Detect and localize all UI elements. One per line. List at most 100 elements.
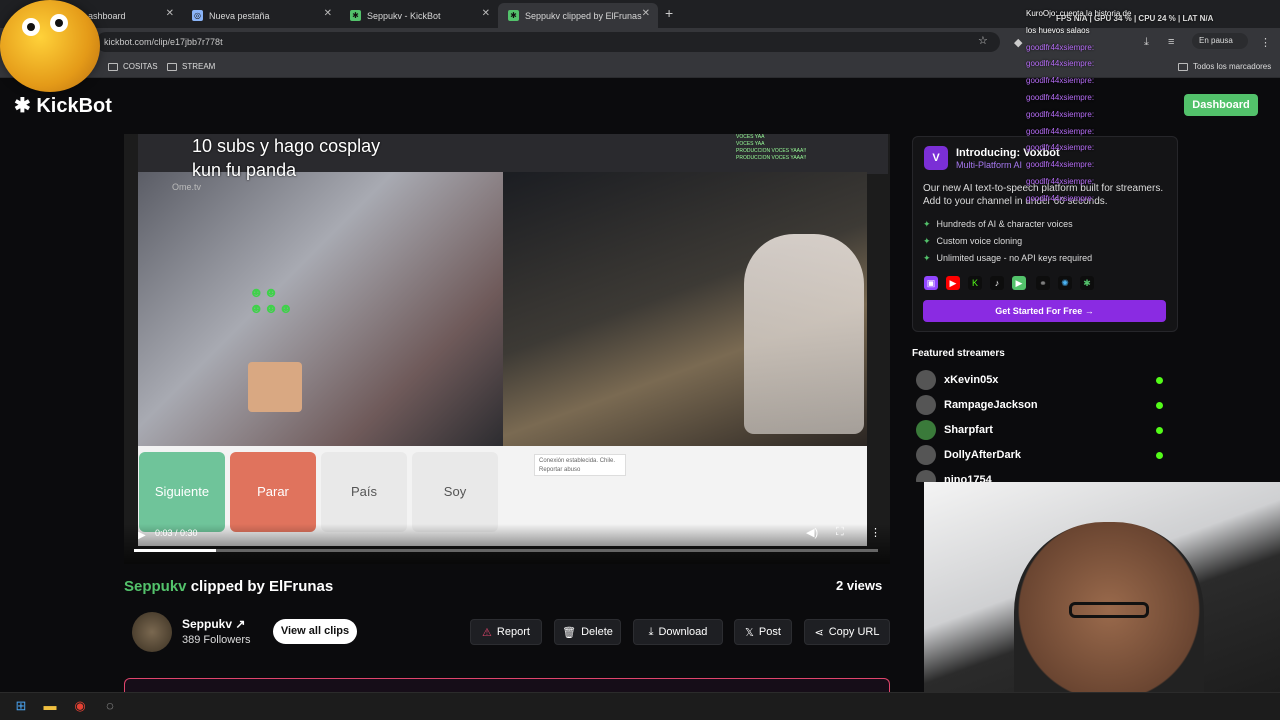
bookmark-folder-cositas[interactable]: COSITAS <box>108 62 158 71</box>
avatar <box>916 445 936 465</box>
video-time: 0:03 / 0:30 <box>155 528 198 538</box>
chat-line: goodlfr44xsiempre: <box>1026 126 1095 136</box>
live-dot-icon <box>1156 377 1163 384</box>
x-logo-icon: 𝕏 <box>745 626 754 639</box>
video-progress-bar[interactable] <box>134 549 878 552</box>
windows-start-icon[interactable]: ⊞ <box>12 697 30 715</box>
chat-line: goodlfr44xsiempre: <box>1026 160 1095 170</box>
channel-name: Seppukv <box>182 617 233 631</box>
new-tab-icon[interactable]: + <box>665 5 673 21</box>
avatar <box>916 420 936 440</box>
bookmark-folder-stream[interactable]: STREAM <box>167 62 215 71</box>
follower-count: 389 Followers <box>182 634 251 646</box>
streamer-name: DollyAfterDark <box>944 449 1022 461</box>
featured-streamer[interactable]: Sharpfart <box>916 420 1166 440</box>
streamer-figure <box>744 234 864 434</box>
url-field[interactable]: kickbot.com/clip/e17jbb7r778t <box>96 32 1000 52</box>
clip-title-rest: clipped by ElFrunas <box>186 578 334 595</box>
ome-country-button: País <box>321 452 407 532</box>
download-button[interactable]: ⤓ Download <box>633 619 723 645</box>
delete-button[interactable]: 🗑 Delete <box>554 619 621 645</box>
file-explorer-icon[interactable]: ▬ <box>41 697 59 715</box>
post-button[interactable]: 𝕏 Post <box>734 619 792 645</box>
all-bookmarks[interactable]: Todos los marcadores <box>1178 62 1271 71</box>
windows-taskbar <box>0 692 1280 720</box>
close-icon[interactable]: ✕ <box>642 8 650 19</box>
caption-line-1: 10 subs y hago cosplay <box>192 136 381 156</box>
kickbot-logo[interactable]: ✱ KickBot <box>14 93 112 118</box>
star-icon[interactable]: ☆ <box>978 34 988 47</box>
featured-streamer[interactable]: xKevin05x <box>916 370 1166 390</box>
chat-line: goodlfr44xsiempre: <box>1026 92 1095 102</box>
streamer-name: Sharpfart <box>944 424 993 436</box>
webcam-glasses <box>1069 602 1149 618</box>
live-dot-icon <box>1156 427 1163 434</box>
channel-name-link[interactable]: Seppukv ↗ <box>182 617 245 631</box>
close-icon[interactable]: ✕ <box>166 8 174 19</box>
tiktok-icon: ♪ <box>990 276 1004 290</box>
logo-mark-icon: ✱ <box>14 95 37 117</box>
streamer-webcam <box>924 482 1280 720</box>
channel-avatar[interactable] <box>132 612 172 652</box>
download-icon[interactable]: ⤓ <box>1144 36 1149 49</box>
caption-line-2: kun fu panda <box>192 160 297 180</box>
next-section-card <box>124 678 890 692</box>
clip-video-player[interactable]: VOCES YAA VOCES YAA PRODUCCION VOCES YAAA!… <box>124 134 890 564</box>
copy-url-button[interactable]: ⋖ Copy URL <box>804 619 890 645</box>
sparkle-icon: ✦ <box>923 236 931 246</box>
extension-icon[interactable]: ◆ <box>1014 36 1022 49</box>
view-count: 2 views <box>836 578 883 593</box>
clip-title: Seppukv clipped by ElFrunas <box>124 578 333 595</box>
ome-connection-message: Conexión establecida. Chile. Reportar ab… <box>534 454 626 476</box>
tab-clip[interactable]: ✱ Seppukv clipped by ElFrunas ✕ <box>498 3 658 28</box>
more-options-icon[interactable]: ⋮ <box>870 526 881 539</box>
tab-kickbot[interactable]: ✱ Seppukv - KickBot ✕ <box>340 3 498 28</box>
external-link-icon: ↗ <box>235 617 246 631</box>
view-all-clips-button[interactable]: View all clips <box>273 619 357 644</box>
avatar <box>916 470 936 482</box>
featured-streamers-heading: Featured streamers <box>912 348 1005 359</box>
emote-eye <box>22 18 40 36</box>
globe-icon: ◎ <box>192 10 203 21</box>
menu-icon[interactable]: ⋮ <box>1260 36 1271 49</box>
featured-streamer[interactable]: RampageJackson <box>916 395 1166 415</box>
emote-pupil <box>27 23 35 31</box>
kickbot-favicon-icon: ✱ <box>350 10 361 21</box>
post-label: Post <box>758 626 781 638</box>
stream-chat-overlay: KuroOjo: cuenta la historia de los huevo… <box>1026 6 1136 208</box>
get-started-button[interactable]: Get Started For Free → <box>923 300 1166 322</box>
video-progress-fill <box>134 549 216 552</box>
promo-feature: ✦ Custom voice cloning <box>923 236 1022 247</box>
play-icon[interactable]: ▶ <box>138 530 146 541</box>
ome-gender-button: Soy <box>412 452 498 532</box>
streamer-name: RampageJackson <box>944 399 1038 411</box>
featured-streamer[interactable]: nino1754 <box>916 470 1166 482</box>
folder-icon <box>108 62 118 71</box>
tab-title: Seppukv clipped by ElFrunas <box>525 10 642 21</box>
face-sticker <box>248 362 302 412</box>
kick-icon: K <box>968 276 982 290</box>
avatar <box>916 370 936 390</box>
download-icon: ⤓ <box>648 625 654 638</box>
report-button[interactable]: ⚠ Report <box>470 619 542 645</box>
clip-streamer-link[interactable]: Seppukv <box>124 578 187 595</box>
tab-new[interactable]: ◎ Nueva pestaña ✕ <box>182 3 340 28</box>
media-icon[interactable]: ≡ <box>1168 36 1174 48</box>
close-icon[interactable]: ✕ <box>324 8 332 19</box>
warning-icon: ⚠ <box>482 626 492 639</box>
chrome-icon[interactable]: ◉ <box>71 697 89 715</box>
fullscreen-icon[interactable]: ⛶ <box>836 526 844 539</box>
report-label: Report <box>496 626 530 638</box>
featured-streamer[interactable]: DollyAfterDark <box>916 445 1166 465</box>
avatar <box>916 395 936 415</box>
ome-stop-button: Parar <box>230 452 316 532</box>
bookmark-label: COSITAS <box>123 62 158 71</box>
obs-icon[interactable]: ◌ <box>101 697 119 715</box>
volume-icon[interactable]: ◀) <box>806 526 818 539</box>
pause-button[interactable]: En pausa <box>1192 33 1248 49</box>
tab-title: ashboard <box>88 10 126 21</box>
chat-line: goodlfr44xsiempre: <box>1026 42 1095 52</box>
tab-title: Seppukv - KickBot <box>367 10 441 21</box>
dashboard-button[interactable]: Dashboard <box>1184 94 1258 116</box>
close-icon[interactable]: ✕ <box>482 8 490 19</box>
